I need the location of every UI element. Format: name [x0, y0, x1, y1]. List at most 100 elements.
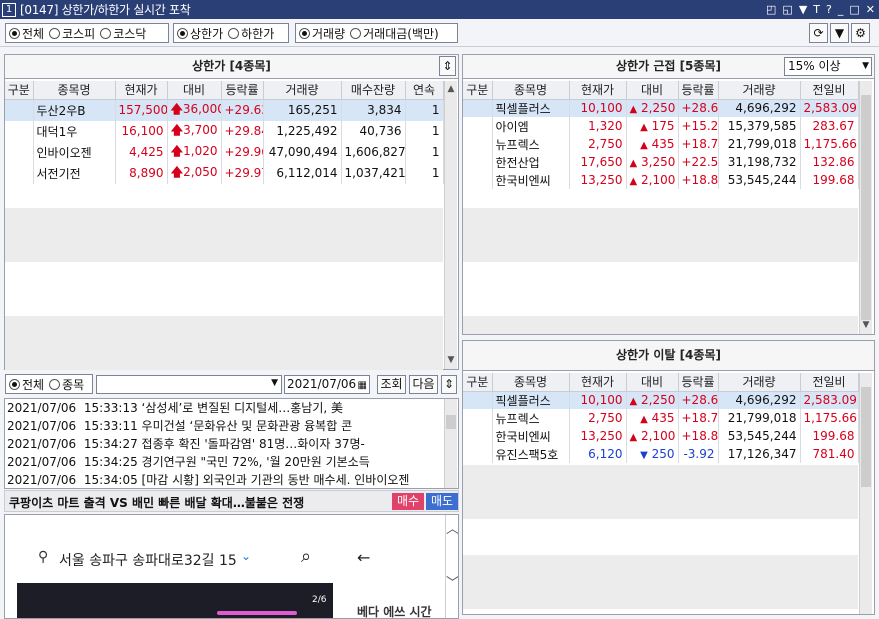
up-triangle-icon: ▲ [629, 104, 638, 116]
table-row[interactable]: 뉴프렉스2,750 ▲ 435 +18.7921,799,0181,175.66 [463, 135, 859, 153]
col-header[interactable]: 종목명 [33, 81, 116, 100]
settings-gear-icon[interactable]: ⚙ [851, 23, 870, 43]
market-radio-kospi[interactable]: 코스피 [49, 25, 95, 42]
preview-snippet: 베다 에쓰 시간 [357, 605, 432, 619]
dropdown-arrow-icon[interactable]: ▼ [830, 23, 849, 43]
upper-scrollbar[interactable]: ▲ ▼ [444, 81, 457, 369]
leave-scrollbar[interactable] [859, 373, 872, 614]
query-button[interactable]: 조회 [377, 375, 406, 394]
col-header[interactable]: 현재가 [115, 81, 168, 100]
news-scope-group: 전체 종목 [5, 374, 93, 394]
col-header[interactable]: 현재가 [569, 373, 627, 392]
col-header[interactable]: 대비 [626, 373, 679, 392]
up-triangle-icon: ▲ [629, 176, 638, 187]
limit-radio-upper[interactable]: 상한가 [177, 25, 223, 42]
table-row[interactable]: 서전기전8,890 🡅2,050 +29.976,112,0141,037,42… [5, 162, 444, 184]
col-header[interactable]: 전일비 [800, 373, 859, 392]
col-header[interactable]: 현재가 [569, 81, 627, 100]
table-row[interactable]: 대덕1우16,100 🡅3,700 +29.841,225,49240,7361 [5, 120, 444, 142]
scroll-down-icon[interactable]: ▼ [860, 319, 872, 332]
minimize-icon[interactable]: _ [838, 3, 844, 16]
list-item[interactable]: 2021/07/06 15:33:11 우미건설 ‘문화유산 및 문화관광 융복… [7, 417, 443, 435]
upper-expand-icon[interactable]: ⇕ [439, 56, 456, 76]
near-scrollbar[interactable]: ▼ [859, 81, 872, 334]
scroll-thumb[interactable] [446, 415, 456, 429]
layout-icon[interactable]: ◰ [766, 3, 776, 16]
table-row[interactable]: 픽셀플러스10,100 ▲ 2,250 +28.664,696,2922,583… [463, 99, 859, 117]
col-header[interactable]: 매수잔량 [341, 81, 406, 100]
preview-scrollbar[interactable]: ︿ ﹀ [445, 515, 458, 618]
col-header[interactable]: 등락률 [678, 81, 719, 100]
news-radio-stock[interactable]: 종목 [49, 376, 84, 393]
table-row[interactable]: 한전산업17,650 ▲ 3,250 +22.5731,198,732132.8… [463, 153, 859, 171]
col-header[interactable]: 거래량 [718, 373, 801, 392]
chevron-down-icon: ▼ [862, 61, 869, 71]
table-row[interactable]: 한국비엔씨13,250 ▲ 2,100 +18.8353,545,244199.… [463, 171, 859, 189]
table-row[interactable]: 유진스팩5호 6,120 ▼ 250 -3.92 17,126,347 781.40 [463, 445, 859, 463]
col-header[interactable]: 종목명 [492, 81, 570, 100]
scroll-down-icon[interactable]: ▼ [445, 354, 457, 367]
buy-button[interactable]: 매수 [392, 493, 424, 510]
col-header[interactable]: 등락률 [221, 81, 264, 100]
col-header[interactable]: 거래량 [718, 81, 801, 100]
news-scrollbar[interactable] [444, 399, 457, 488]
limit-radio-lower[interactable]: 하한가 [228, 25, 274, 42]
pin-icon[interactable]: ▼ [799, 3, 807, 16]
news-expand-icon[interactable]: ⇕ [441, 375, 457, 394]
news-radio-all[interactable]: 전체 [9, 376, 44, 393]
news-stock-input[interactable]: ▼ [96, 375, 282, 394]
news-headline[interactable]: 쿠팡이츠 마트 출격 VS 배민 빠른 배달 확대…불붙은 전쟁 [9, 494, 304, 511]
col-header[interactable]: 거래량 [263, 81, 342, 100]
col-header[interactable]: 대비 [626, 81, 679, 100]
table-row[interactable]: 두산2우B157,500 🡅36,000 +29.63165,2513,8341 [5, 99, 444, 121]
col-header[interactable]: 전일비 [800, 81, 859, 100]
table-row[interactable]: 한국비엔씨13,250 ▲ 2,100 +18.8353,545,244199.… [463, 427, 859, 445]
col-header[interactable]: 구분 [5, 81, 34, 100]
scroll-down-icon[interactable]: ﹀ [446, 577, 458, 590]
near-limit-panel: 상한가 근접 [5종목] 15% 이상 ▼ 구분 종목명 현재가 대비 등락률 … [462, 54, 875, 335]
chevron-down-icon[interactable]: ▼ [271, 378, 278, 388]
calendar-icon[interactable]: ▦ [358, 377, 367, 394]
list-item[interactable]: 2021/07/06 15:34:25 경기연구원 "국민 72%, '월 20… [7, 453, 443, 471]
up-triangle-icon: ▲ [640, 414, 648, 425]
scroll-thumb[interactable] [861, 387, 871, 487]
close-icon[interactable]: ✕ [866, 3, 875, 16]
col-header[interactable]: 연속 [405, 81, 444, 100]
up-arrow-icon: 🡅 [170, 122, 184, 137]
window-titlebar: 1 [0147] 상한가/하한가 실시간 포착 ◰ ◱ ▼ T ? _ □ ✕ [0, 0, 879, 19]
next-button[interactable]: 다음 [409, 375, 438, 394]
font-icon[interactable]: T [813, 3, 820, 16]
copy-window-icon[interactable]: ◱ [782, 3, 792, 16]
list-item[interactable]: 2021/07/06 15:33:13 ‘삼성세’로 변질된 디지털세…홍남기,… [7, 399, 443, 417]
news-date-input[interactable]: 2021/07/06 ▦ [284, 375, 370, 394]
table-row[interactable]: 인바이오젠4,425 🡅1,020 +29.9647,090,4941,606,… [5, 141, 444, 163]
col-header[interactable]: 대비 [167, 81, 222, 100]
table-header-row: 구분 종목명 현재가 대비 등락률 거래량 전일비 [463, 373, 859, 392]
table-row[interactable]: 뉴프렉스2,750 ▲ 435 +18.7921,799,0181,175.66 [463, 409, 859, 427]
window-controls: ◰ ◱ ▼ T ? _ □ ✕ [766, 0, 875, 19]
table-row[interactable]: 픽셀플러스10,100 ▲ 2,250 +28.664,696,2922,583… [463, 391, 859, 409]
market-radio-all[interactable]: 전체 [9, 25, 44, 42]
col-header[interactable]: 등락률 [678, 373, 719, 392]
leave-limit-table: 구분 종목명 현재가 대비 등락률 거래량 전일비 픽셀플러스 10,100 ▲ … [463, 373, 859, 463]
scroll-up-icon[interactable]: ︿ [446, 523, 458, 536]
sort-radio-amount[interactable]: 거래대금(백만) [350, 25, 439, 42]
threshold-select[interactable]: 15% 이상 ▼ [784, 57, 872, 76]
col-header[interactable]: 구분 [463, 373, 493, 392]
col-header[interactable]: 구분 [463, 81, 493, 100]
help-icon[interactable]: ? [826, 3, 832, 16]
list-item[interactable]: 2021/07/06 15:34:27 접종후 확진 '돌파감염' 81명…화이… [7, 435, 443, 453]
market-radio-kosdaq[interactable]: 코스닥 [100, 25, 146, 42]
scroll-up-icon[interactable]: ▲ [445, 83, 457, 96]
maximize-icon[interactable]: □ [849, 3, 859, 16]
table-row[interactable]: 아이엠1,320 ▲ 175 +15.2815,379,585283.67 [463, 117, 859, 135]
list-item[interactable]: 2021/07/06 15:34:05 [마감 시황] 외국인과 기관의 동반 … [7, 471, 443, 489]
back-arrow-icon[interactable]: ← [357, 548, 370, 567]
scroll-thumb[interactable] [861, 95, 871, 320]
chevron-down-icon[interactable]: ⌄ [241, 549, 251, 563]
refresh-icon[interactable]: ⟳ [809, 23, 828, 43]
col-header[interactable]: 종목명 [492, 373, 570, 392]
sort-radio-volume[interactable]: 거래량 [299, 25, 345, 42]
sell-button[interactable]: 매도 [426, 493, 458, 510]
search-icon[interactable]: ⌕ [301, 546, 311, 567]
